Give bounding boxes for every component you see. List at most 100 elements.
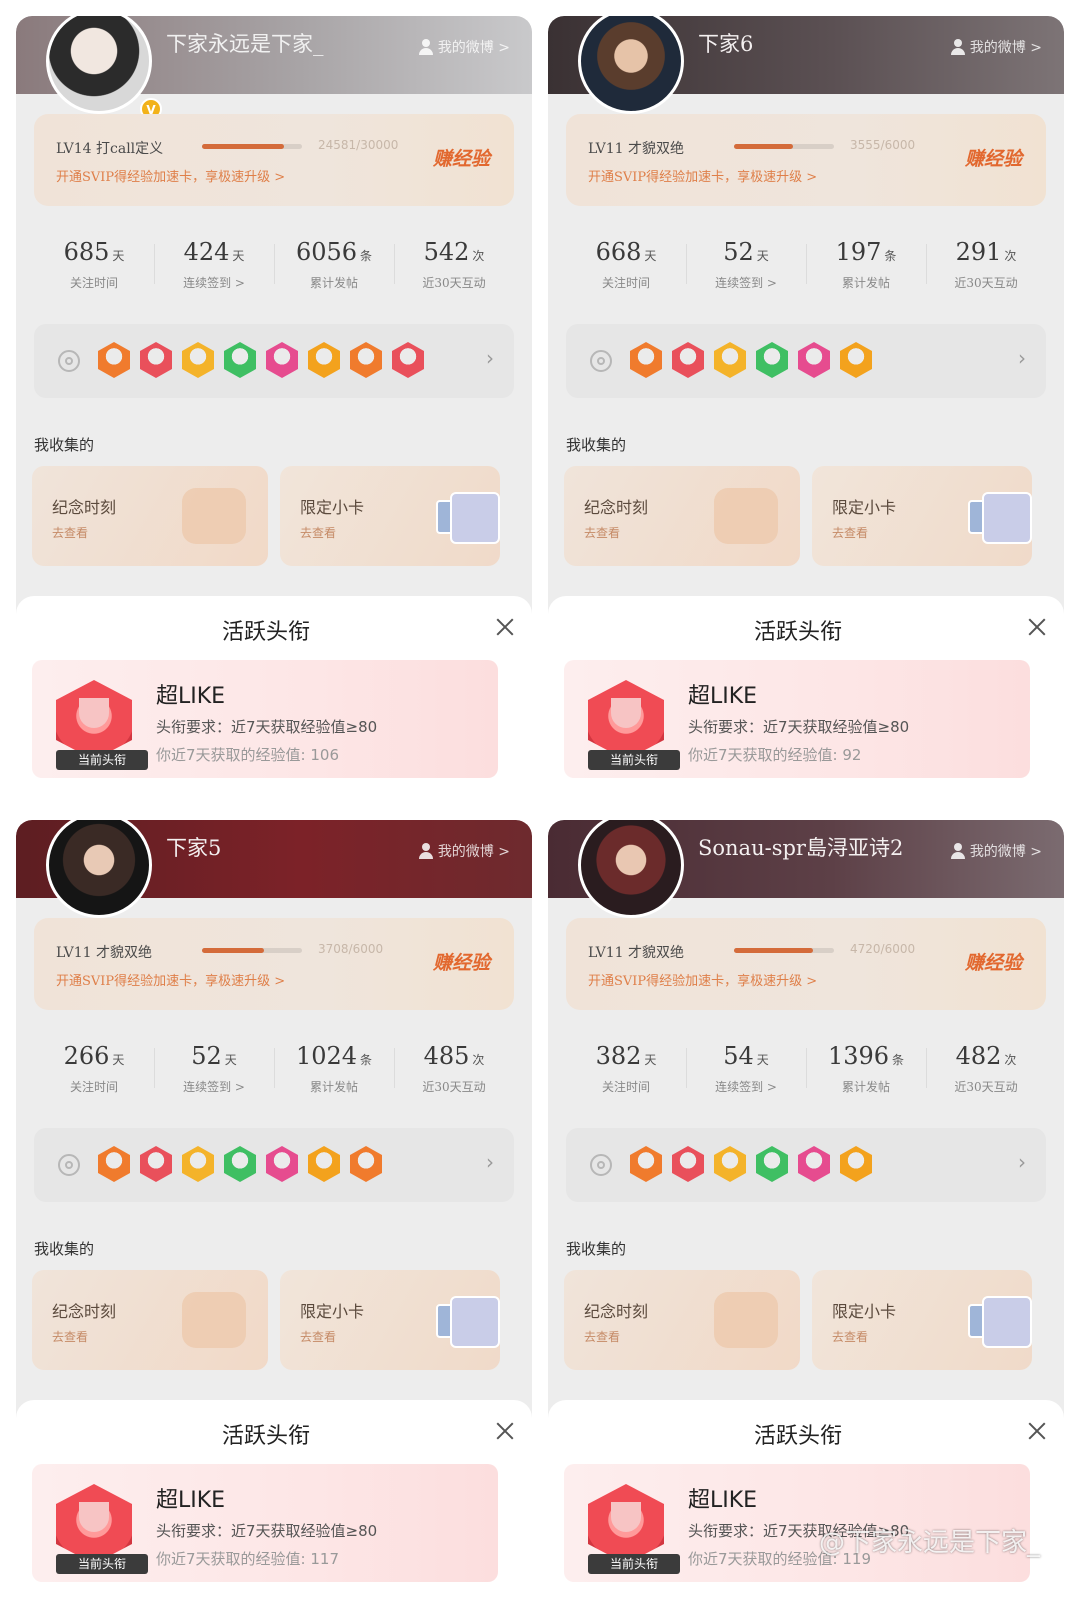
fan-medal-icon[interactable]: [714, 1146, 746, 1182]
fan-medal-icon[interactable]: [266, 1146, 298, 1182]
exp-progress-bar: [202, 144, 302, 149]
avatar[interactable]: [46, 820, 152, 918]
fan-medal-icon[interactable]: [308, 342, 340, 378]
stats-row: 685 天关注时间 424 天连续签到 > 6056 条累计发帖 542 次近30天互动: [34, 224, 514, 310]
my-weibo-link[interactable]: 我的微博 >: [950, 841, 1042, 861]
level-card[interactable]: LV11 才貌双绝 4720/6000 开通SVIP得经验加速卡，享极速升级 >…: [566, 918, 1046, 1010]
trophy-icon: [611, 1502, 641, 1532]
memorial-moments-card[interactable]: 纪念时刻 去查看: [32, 466, 268, 566]
fan-medal-icon[interactable]: [350, 342, 382, 378]
limited-cards-card[interactable]: 限定小卡 去查看: [280, 466, 500, 566]
medal-row[interactable]: ›: [566, 1128, 1046, 1202]
avatar[interactable]: [578, 820, 684, 918]
fan-medal-icon[interactable]: [224, 342, 256, 378]
profile-panel-4: Sonau-spr島浔亚诗2 我的微博 > LV11 才貌双绝 4720/600…: [548, 820, 1064, 1602]
medal-row[interactable]: ›: [566, 324, 1046, 398]
earn-exp-button[interactable]: 赚经验: [965, 948, 1022, 975]
level-card[interactable]: LV11 才貌双绝 3708/6000 开通SVIP得经验加速卡，享极速升级 >…: [34, 918, 514, 1010]
fan-medal-icon[interactable]: [350, 1146, 382, 1182]
settings-icon[interactable]: [58, 350, 80, 372]
stat-checkin-days[interactable]: 424 天连续签到 >: [154, 224, 274, 310]
exp-progress-fill: [734, 948, 813, 953]
svip-promo-link[interactable]: 开通SVIP得经验加速卡，享极速升级 >: [56, 970, 285, 989]
close-icon[interactable]: [494, 616, 516, 638]
fan-medal-icon[interactable]: [392, 342, 424, 378]
fan-medal-icon[interactable]: [840, 342, 872, 378]
close-icon[interactable]: [1026, 1420, 1048, 1442]
svip-promo-link[interactable]: 开通SVIP得经验加速卡，享极速升级 >: [588, 970, 817, 989]
nickname: Sonau-spr島浔亚诗2: [698, 836, 904, 860]
my-weibo-link[interactable]: 我的微博 >: [418, 37, 510, 57]
exp-progress-bar: [734, 144, 834, 149]
settings-icon[interactable]: [590, 350, 612, 372]
fan-medal-icon[interactable]: [630, 342, 662, 378]
earn-exp-button[interactable]: 赚经验: [433, 948, 490, 975]
avatar[interactable]: [578, 16, 684, 114]
chevron-right-icon[interactable]: ›: [486, 1150, 494, 1174]
level-card[interactable]: LV14 打call定义 24581/30000 开通SVIP得经验加速卡，享极…: [34, 114, 514, 206]
limited-cards-card[interactable]: 限定小卡 去查看: [812, 1270, 1032, 1370]
fan-medal-icon[interactable]: [224, 1146, 256, 1182]
stat-checkin-days[interactable]: 52 天连续签到 >: [686, 224, 806, 310]
stat-label: 关注时间: [69, 276, 118, 290]
stat-unit: 天: [232, 249, 245, 263]
level-card[interactable]: LV11 才貌双绝 3555/6000 开通SVIP得经验加速卡，享极速升级 >…: [566, 114, 1046, 206]
badge-requirement: 头衔要求：近7天获取经验值≥80: [156, 1522, 378, 1540]
close-icon[interactable]: [1026, 616, 1048, 638]
card-sub: 去查看: [300, 1330, 337, 1344]
fan-medal-icon[interactable]: [98, 342, 130, 378]
fan-medal-icon[interactable]: [140, 1146, 172, 1182]
earn-exp-button[interactable]: 赚经验: [965, 144, 1022, 171]
fan-medal-icon[interactable]: [756, 342, 788, 378]
stat-value: 542: [423, 238, 470, 266]
stat-value: 266: [63, 1042, 110, 1070]
stat-value: 52: [723, 238, 754, 266]
limited-cards-card[interactable]: 限定小卡 去查看: [812, 466, 1032, 566]
chevron-right-icon[interactable]: ›: [486, 346, 494, 370]
stat-checkin-days[interactable]: 54 天连续签到 >: [686, 1028, 806, 1114]
fan-medal-icon[interactable]: [98, 1146, 130, 1182]
fan-medal-icon[interactable]: [756, 1146, 788, 1182]
fan-medal-icon[interactable]: [714, 342, 746, 378]
fan-medal-icon[interactable]: [266, 342, 298, 378]
stat-unit: 天: [644, 249, 657, 263]
fan-medal-icon[interactable]: [630, 1146, 662, 1182]
stat-value: 291: [955, 238, 1002, 266]
fan-medal-icon[interactable]: [182, 342, 214, 378]
badge-name: 超LIKE: [688, 1488, 758, 1513]
memorial-moments-card[interactable]: 纪念时刻 去查看: [564, 1270, 800, 1370]
fan-medal-icon[interactable]: [672, 342, 704, 378]
svip-promo-link[interactable]: 开通SVIP得经验加速卡，享极速升级 >: [56, 166, 285, 185]
stat-checkin-days[interactable]: 52 天连续签到 >: [154, 1028, 274, 1114]
medal-row[interactable]: ›: [34, 324, 514, 398]
svip-promo-link[interactable]: 开通SVIP得经验加速卡，享极速升级 >: [588, 166, 817, 185]
photo-card-icon: [450, 492, 500, 544]
chevron-right-icon[interactable]: ›: [1018, 346, 1026, 370]
fan-medal-icon[interactable]: [798, 1146, 830, 1182]
limited-cards-card[interactable]: 限定小卡 去查看: [280, 1270, 500, 1370]
fan-medal-icon[interactable]: [672, 1146, 704, 1182]
fan-medal-icon[interactable]: [840, 1146, 872, 1182]
settings-icon[interactable]: [590, 1154, 612, 1176]
settings-icon[interactable]: [58, 1154, 80, 1176]
chevron-right-icon[interactable]: ›: [1018, 1150, 1026, 1174]
earn-exp-button[interactable]: 赚经验: [433, 144, 490, 171]
card-title: 纪念时刻: [584, 498, 649, 517]
close-icon[interactable]: [494, 1420, 516, 1442]
avatar[interactable]: [46, 16, 152, 114]
stat-unit: 条: [892, 1053, 905, 1067]
fan-medal-icon[interactable]: [182, 1146, 214, 1182]
stat-value: 1024: [295, 1042, 358, 1070]
trophy-icon: [611, 698, 641, 728]
stat-interactions: 291 次近30天互动: [926, 224, 1046, 310]
medal-list: [98, 1146, 382, 1182]
memorial-moments-card[interactable]: 纪念时刻 去查看: [564, 466, 800, 566]
memorial-moments-card[interactable]: 纪念时刻 去查看: [32, 1270, 268, 1370]
badge-name: 超LIKE: [156, 1488, 226, 1513]
fan-medal-icon[interactable]: [308, 1146, 340, 1182]
my-weibo-link[interactable]: 我的微博 >: [950, 37, 1042, 57]
medal-row[interactable]: ›: [34, 1128, 514, 1202]
fan-medal-icon[interactable]: [140, 342, 172, 378]
fan-medal-icon[interactable]: [798, 342, 830, 378]
my-weibo-link[interactable]: 我的微博 >: [418, 841, 510, 861]
